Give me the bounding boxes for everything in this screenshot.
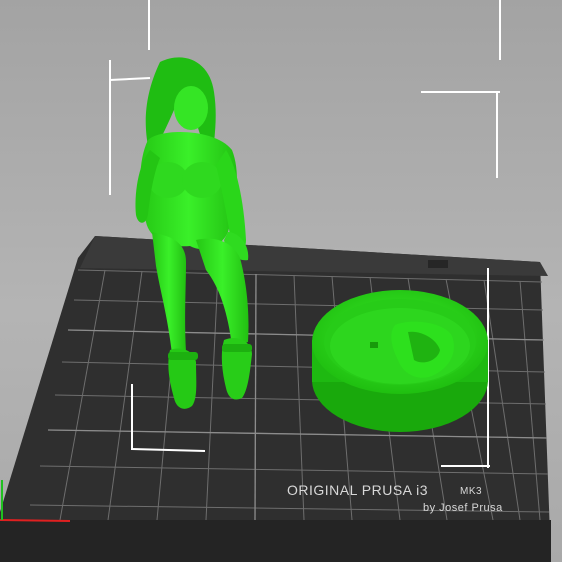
3d-viewport[interactable] — [0, 0, 562, 562]
bed-model-label: MK3 — [460, 486, 483, 497]
bed-brand-label: ORIGINAL PRUSA i3 — [287, 482, 429, 498]
bed-author-label: by Josef Prusa — [423, 502, 503, 514]
object-round-base[interactable] — [312, 290, 488, 432]
